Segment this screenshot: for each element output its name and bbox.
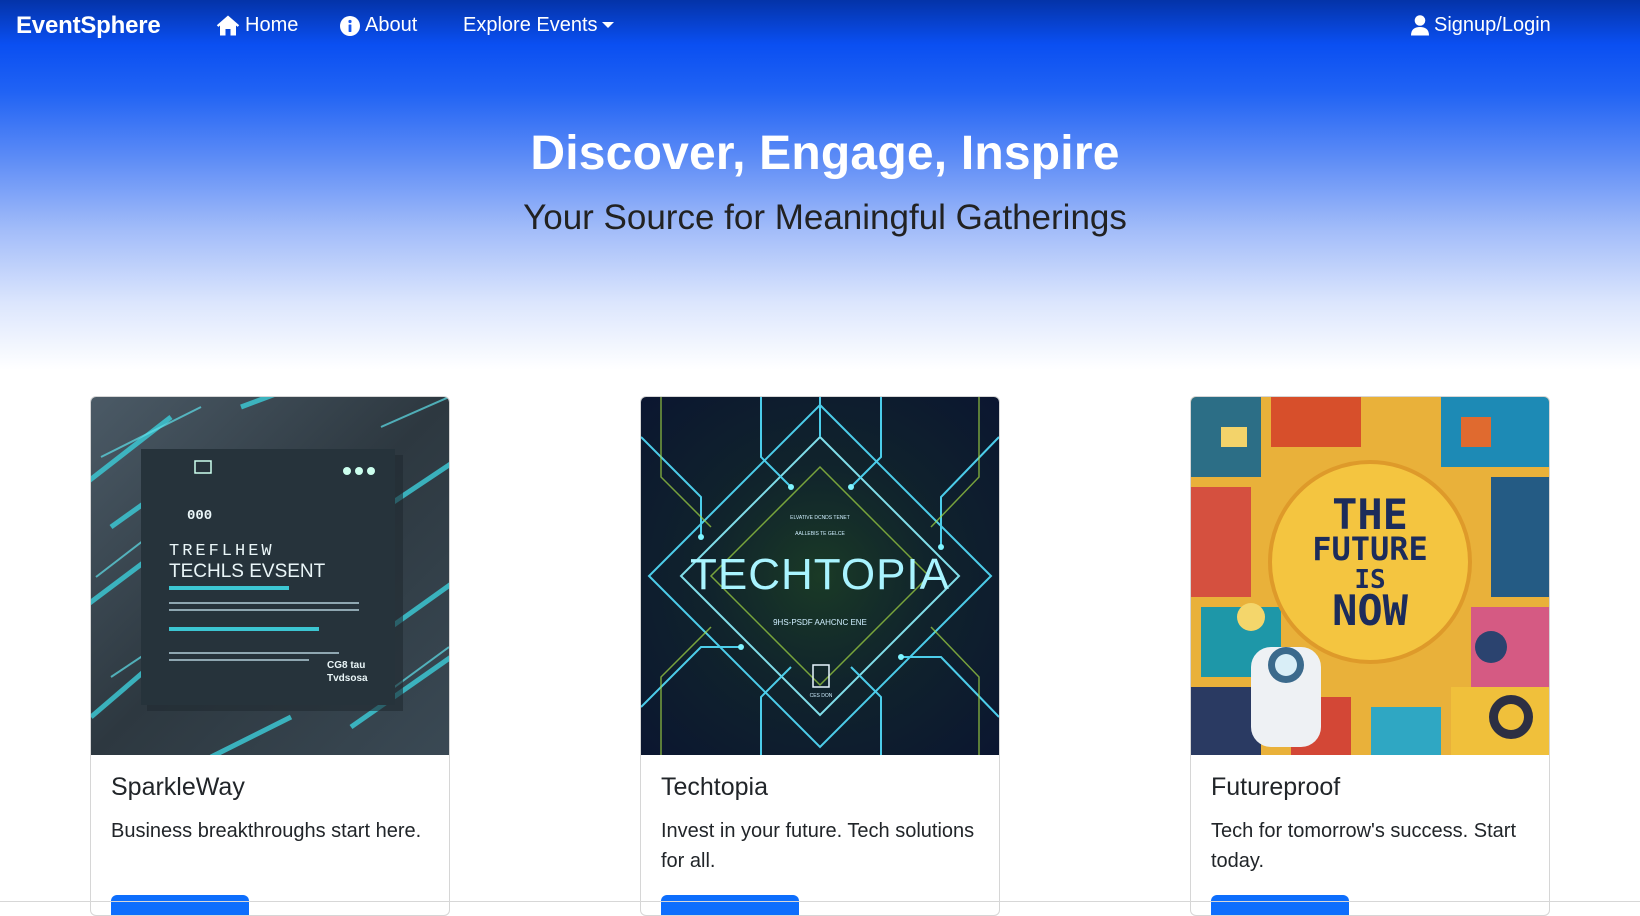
hero-title: Discover, Engage, Inspire bbox=[530, 127, 1120, 180]
card-body: Techtopia Invest in your future. Tech so… bbox=[641, 755, 999, 894]
poster-subline: 9HS-PSDF AAHCNC ENE bbox=[773, 618, 867, 627]
card-text: Tech for tomorrow's success. Start today… bbox=[1211, 820, 1517, 872]
brand-logo[interactable]: EventSphere bbox=[16, 12, 161, 40]
event-poster-image[interactable]: 000 TREFLHEW TECHLS EVSENT CG8 tau Tvdso… bbox=[91, 397, 449, 755]
poster-counter: 000 bbox=[187, 508, 212, 524]
nav-signup-login[interactable]: Signup/Login bbox=[1411, 14, 1551, 37]
poster-top1: ELVATIVE DCNDS TENET bbox=[790, 515, 850, 521]
nav-about-label: About bbox=[365, 14, 418, 36]
poster-line4: NOW bbox=[1332, 586, 1409, 635]
info-circle-icon bbox=[340, 15, 360, 36]
card-title: SparkleWay bbox=[111, 773, 245, 801]
top-navbar: EventSphere Home About Explore Events Si… bbox=[0, 0, 1640, 56]
nav-home[interactable]: Home bbox=[216, 14, 298, 37]
poster-corner2: Tvdsosa bbox=[327, 673, 368, 684]
event-card-sparkleway[interactable]: 000 TREFLHEW TECHLS EVSENT CG8 tau Tvdso… bbox=[90, 396, 450, 916]
event-card-techtopia[interactable]: ELVATIVE DCNDS TENET AALLEBIS TE GELCE T… bbox=[640, 396, 1000, 916]
hero-subtitle: Your Source for Meaningful Gatherings bbox=[523, 198, 1127, 237]
nav-explore-label: Explore Events bbox=[463, 14, 598, 36]
poster-line2: FUTURE bbox=[1312, 530, 1428, 568]
home-icon bbox=[216, 15, 240, 36]
card-title: Futureproof bbox=[1211, 773, 1341, 801]
event-poster-image[interactable]: THE FUTURE IS NOW bbox=[1191, 397, 1549, 755]
card-action-button[interactable] bbox=[661, 895, 799, 915]
card-body: Futureproof Tech for tomorrow's success.… bbox=[1191, 755, 1549, 894]
poster-line1: TREFLHEW bbox=[169, 542, 275, 561]
chevron-down-icon bbox=[601, 21, 614, 28]
signup-login-label: Signup/Login bbox=[1434, 14, 1551, 36]
card-body: SparkleWay Business breakthroughs start … bbox=[91, 755, 449, 864]
card-action-button[interactable] bbox=[1211, 895, 1349, 915]
hero-banner: EventSphere Home About Explore Events Si… bbox=[0, 0, 1640, 370]
poster-headline: TECHTOPIA bbox=[690, 550, 950, 599]
card-title: Techtopia bbox=[661, 773, 769, 801]
nav-home-label: Home bbox=[245, 14, 299, 36]
event-poster-image[interactable]: ELVATIVE DCNDS TENET AALLEBIS TE GELCE T… bbox=[641, 397, 999, 755]
card-action-button[interactable] bbox=[111, 895, 249, 915]
poster-line2: TECHLS EVSENT bbox=[169, 561, 326, 582]
poster-footer: CES DON bbox=[810, 693, 833, 699]
nav-about[interactable]: About bbox=[340, 14, 417, 37]
event-card-futureproof[interactable]: THE FUTURE IS NOW Futureproof Tech for t… bbox=[1190, 396, 1550, 916]
poster-corner1: CG8 tau bbox=[327, 660, 365, 671]
card-text: Business breakthroughs start here. bbox=[111, 820, 422, 842]
user-icon bbox=[1411, 15, 1429, 36]
nav-explore-events-dropdown[interactable]: Explore Events bbox=[463, 14, 614, 37]
card-text: Invest in your future. Tech solutions fo… bbox=[661, 820, 975, 872]
poster-top2: AALLEBIS TE GELCE bbox=[795, 531, 845, 537]
